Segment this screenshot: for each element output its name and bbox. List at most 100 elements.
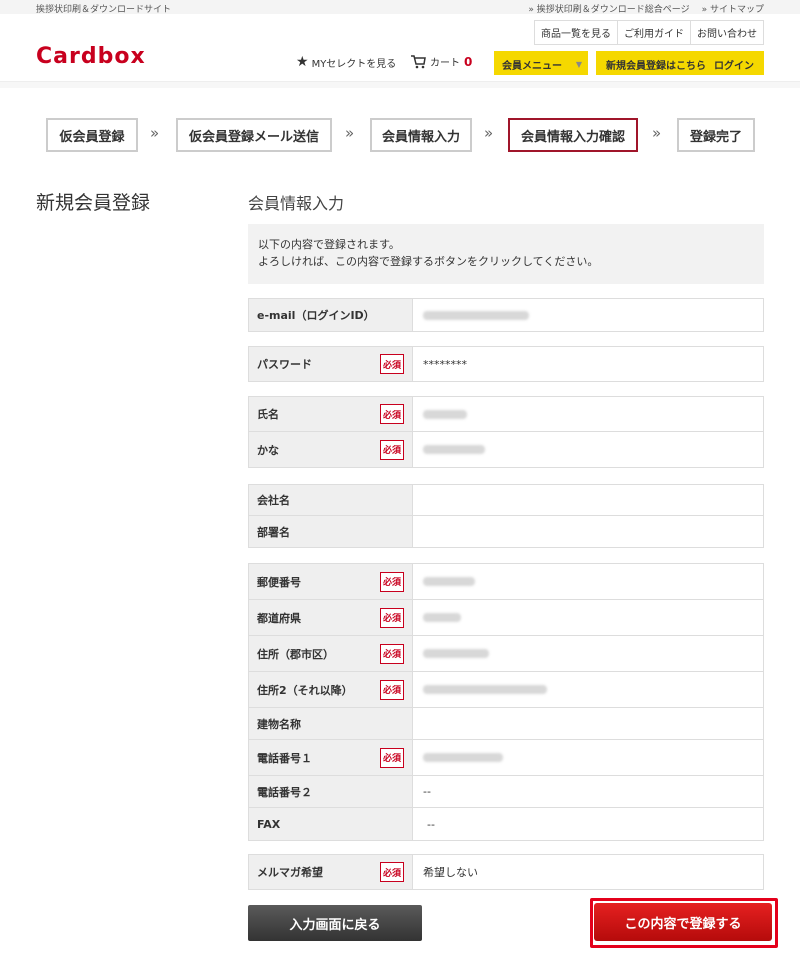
- step-3: 会員情報入力: [370, 118, 472, 152]
- tel1-label: 電話番号１: [257, 751, 312, 765]
- building-label: 建物名称: [249, 708, 413, 739]
- kana-label-cell: かな 必須: [249, 432, 413, 467]
- pref-label-cell: 都道府県 必須: [249, 600, 413, 635]
- register-link[interactable]: 新規会員登録はこちら: [606, 57, 706, 72]
- company-label: 会社名: [249, 485, 413, 515]
- member-menu-button[interactable]: 会員メニュー ▼: [494, 51, 588, 75]
- tel1-value: [413, 740, 763, 775]
- required-badge: 必須: [380, 404, 404, 424]
- top-strip: 挨拶状印刷＆ダウンロードサイト » 挨拶状印刷＆ダウンロード総合ページ » サイ…: [0, 0, 800, 15]
- building-value: [413, 708, 763, 739]
- zip-label: 郵便番号: [257, 575, 301, 589]
- tel2-row: 電話番号２ --: [249, 776, 763, 808]
- email-group: e-mail（ログインID）: [248, 298, 764, 332]
- email-label: e-mail（ログインID）: [249, 299, 413, 331]
- addr1-label-cell: 住所（郡市区） 必須: [249, 636, 413, 671]
- mailmag-label: メルマガ希望: [257, 866, 323, 879]
- required-badge: 必須: [380, 643, 404, 664]
- dept-label: 部署名: [249, 516, 413, 547]
- name-label-cell: 氏名 必須: [249, 397, 413, 431]
- cart-count: 0: [464, 54, 473, 69]
- kana-value: [413, 432, 763, 467]
- login-link[interactable]: ログイン: [714, 57, 754, 72]
- kana-label: かな: [257, 443, 279, 457]
- step-arrow-icon: »: [652, 124, 662, 142]
- step-1: 仮会員登録: [46, 118, 138, 152]
- addr2-label-cell: 住所2（それ以降） 必須: [249, 672, 413, 707]
- guide-link[interactable]: ご利用ガイド: [618, 21, 691, 44]
- address-group: 郵便番号 必須 都道府県 必須 住所（郡市区） 必須 住所2（それ以降） 必須 …: [248, 563, 764, 841]
- fax-value: --: [427, 817, 435, 831]
- company-group: 会社名 部署名: [248, 484, 764, 548]
- notice-line-1: 以下の内容で登録されます。: [258, 238, 400, 251]
- register-login-bar: 新規会員登録はこちら ログイン: [596, 51, 764, 75]
- dept-value: [413, 516, 763, 547]
- password-value: ********: [423, 357, 467, 371]
- zip-label-cell: 郵便番号 必須: [249, 564, 413, 599]
- zip-row: 郵便番号 必須: [249, 564, 763, 600]
- step-arrow-icon: »: [150, 124, 160, 142]
- mailmag-row: メルマガ希望 必須 希望しない: [249, 855, 763, 889]
- step-2: 仮会員登録メール送信: [176, 118, 332, 152]
- password-row: パスワード 必須 ********: [249, 347, 763, 381]
- cart-label: カート: [430, 58, 460, 69]
- dept-row: 部署名: [249, 516, 763, 547]
- required-badge: 必須: [380, 571, 404, 592]
- required-badge: 必須: [380, 354, 404, 374]
- step-4-current: 会員情報入力確認: [508, 118, 638, 152]
- my-select-label: MYセレクトを見る: [311, 58, 397, 70]
- section-title: 会員情報入力: [248, 194, 345, 213]
- required-badge: 必須: [380, 679, 404, 700]
- pref-row: 都道府県 必須: [249, 600, 763, 636]
- pref-label: 都道府県: [257, 611, 301, 625]
- logo[interactable]: Cardbox: [36, 44, 146, 69]
- name-value: [413, 397, 763, 431]
- mailmag-label-cell: メルマガ希望 必須: [249, 855, 413, 889]
- email-value: [413, 299, 763, 331]
- name-row: 氏名 必須: [249, 397, 763, 432]
- cart-link[interactable]: カート 0: [410, 54, 472, 69]
- registration-steps: 仮会員登録 » 仮会員登録メール送信 » 会員情報入力 » 会員情報入力確認 »…: [0, 118, 800, 152]
- step-5: 登録完了: [677, 118, 755, 152]
- mailmag-value: 希望しない: [423, 866, 478, 879]
- my-select-link[interactable]: ★ MYセレクトを見る: [296, 54, 396, 70]
- kana-row: かな 必須: [249, 432, 763, 467]
- required-badge: 必須: [380, 607, 404, 628]
- utility-nav: 商品一覧を見る ご利用ガイド お問い合わせ: [534, 20, 764, 45]
- tel1-row: 電話番号１ 必須: [249, 740, 763, 776]
- zip-value: [413, 564, 763, 599]
- building-row: 建物名称: [249, 708, 763, 740]
- step-arrow-icon: »: [484, 124, 494, 142]
- required-badge: 必須: [380, 862, 404, 882]
- tel2-label: 電話番号２: [249, 776, 413, 807]
- header-divider: [0, 82, 800, 88]
- confirm-notice: 以下の内容で登録されます。 よろしければ、この内容で登録するボタンをクリックして…: [248, 224, 764, 284]
- name-label: 氏名: [257, 408, 279, 421]
- back-button[interactable]: 入力画面に戻る: [248, 905, 422, 941]
- caret-down-icon: ▼: [575, 60, 582, 69]
- contact-link[interactable]: お問い合わせ: [691, 21, 763, 44]
- company-value: [413, 485, 763, 515]
- email-row: e-mail（ログインID）: [249, 299, 763, 331]
- password-label-cell: パスワード 必須: [249, 347, 413, 381]
- mailmag-group: メルマガ希望 必須 希望しない: [248, 854, 764, 890]
- cart-icon: [411, 54, 426, 68]
- fax-label: FAX: [249, 808, 413, 840]
- addr2-value: [413, 672, 763, 707]
- member-menu-label: 会員メニュー: [502, 61, 562, 72]
- company-row: 会社名: [249, 485, 763, 516]
- product-list-link[interactable]: 商品一覧を見る: [535, 21, 618, 44]
- fax-row: FAX --: [249, 808, 763, 840]
- password-label: パスワード: [257, 358, 312, 371]
- page-title: 新規会員登録: [36, 192, 151, 214]
- star-icon: ★: [296, 54, 309, 70]
- password-group: パスワード 必須 ********: [248, 346, 764, 382]
- addr1-row: 住所（郡市区） 必須: [249, 636, 763, 672]
- required-badge: 必須: [380, 439, 404, 460]
- header: Cardbox 商品一覧を見る ご利用ガイド お問い合わせ ★ MYセレクトを見…: [0, 14, 800, 82]
- name-group: 氏名 必須 かな 必須: [248, 396, 764, 468]
- required-badge: 必須: [380, 747, 404, 768]
- step-arrow-icon: »: [345, 124, 355, 142]
- addr2-row: 住所2（それ以降） 必須: [249, 672, 763, 708]
- submit-button[interactable]: この内容で登録する: [594, 903, 772, 941]
